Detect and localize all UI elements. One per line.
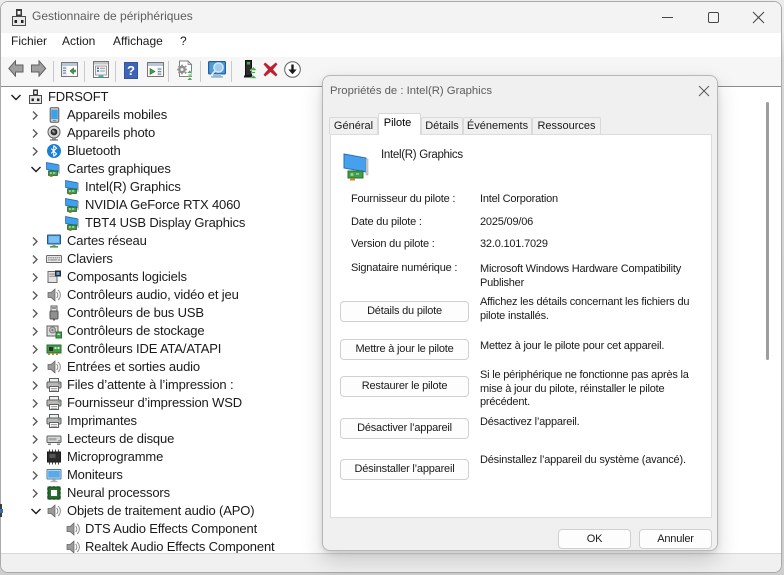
svg-text:?: ?: [127, 63, 135, 78]
